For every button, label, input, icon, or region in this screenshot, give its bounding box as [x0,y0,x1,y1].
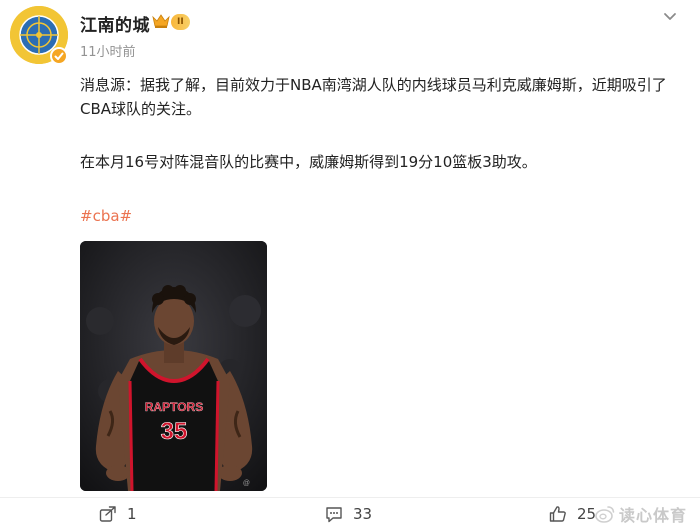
verified-badge-icon [50,47,68,65]
watermark-text: 读心体育 [619,506,688,525]
share-count: 1 [127,505,137,523]
weibo-logo-icon [595,506,615,523]
share-button[interactable]: 1 [98,501,137,527]
username[interactable]: 江南的城 [80,11,150,36]
jersey-team-text: RAPTORS [145,400,203,414]
watermark: 读心体育 [594,500,687,528]
thumbs-up-icon [549,506,566,522]
svg-text:@: @ [243,480,250,487]
post-text-2: 在本月16号对阵混音队的比赛中，威廉姆斯得到19分10篮板3助攻。 [80,153,537,171]
comment-button[interactable]: 33 [324,501,372,527]
comment-count: 33 [353,505,373,523]
timestamp[interactable]: 11小时前 [80,41,136,60]
crown-icon [152,14,170,28]
post-image[interactable]: RAPTORS 35 @ [80,241,267,491]
post-text-1: 消息源：据我了解，目前效力于NBA南湾湖人队的内线球员马利克威廉姆斯，近期吸引了… [80,76,667,118]
jersey-number-text: 35 [161,418,188,445]
post-paragraph-2: 在本月16号对阵混音队的比赛中，威廉姆斯得到19分10篮板3助攻。 [80,150,680,174]
hashtag-link[interactable]: #cba# [80,204,132,228]
level-badge: II [171,14,190,30]
weibo-post: 江南的城 II 11小时前 消息源：据我了解，目前效力于NBA南湾湖人队的内线球… [0,0,700,531]
like-button[interactable]: 25 [548,501,596,527]
divider [0,497,700,498]
share-icon [99,506,116,522]
chevron-down-icon[interactable] [660,6,680,26]
post-paragraph-1: 消息源：据我了解，目前效力于NBA南湾湖人队的内线球员马利克威廉姆斯，近期吸引了… [80,73,680,121]
comment-icon [326,507,342,523]
